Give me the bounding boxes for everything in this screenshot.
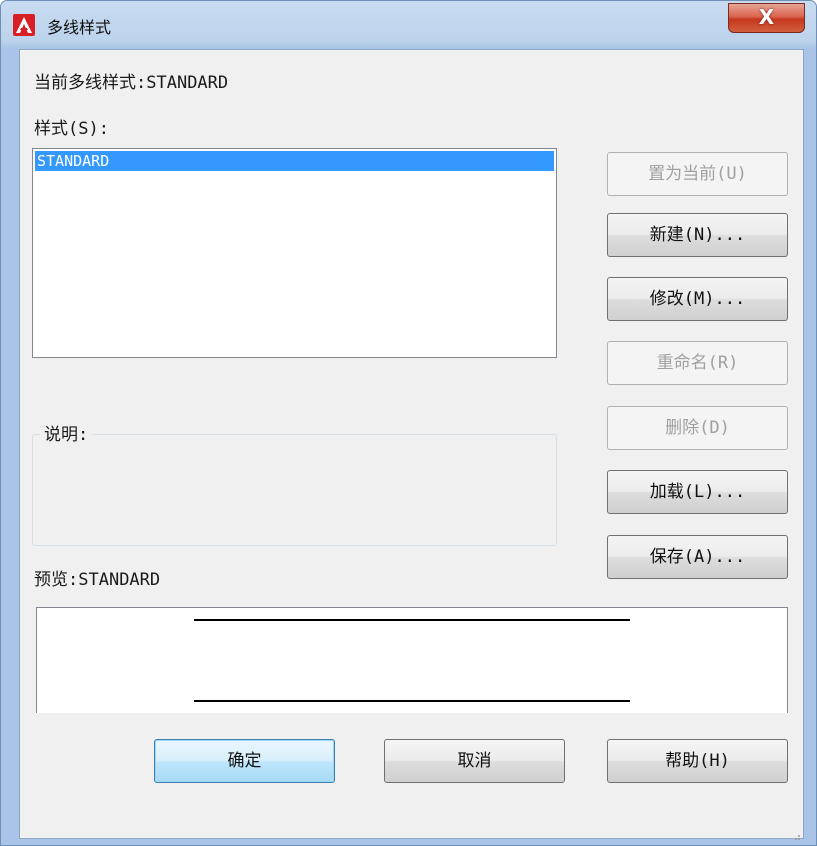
delete-button[interactable]: 删除(D) bbox=[607, 406, 788, 450]
current-style-value: STANDARD bbox=[146, 73, 229, 93]
resize-grip-icon[interactable] bbox=[791, 826, 801, 840]
autocad-logo-icon bbox=[13, 14, 35, 36]
preview-style-name: STANDARD bbox=[78, 570, 161, 590]
dialog-window: 多线样式 X 当前多线样式:STANDARD 样式(S): STANDARD 置… bbox=[0, 0, 817, 846]
close-button[interactable]: X bbox=[728, 3, 805, 33]
current-style-label: 当前多线样式:STANDARD bbox=[34, 68, 228, 93]
preview-line-bottom bbox=[194, 700, 630, 702]
preview-caption: 预览: bbox=[34, 570, 79, 590]
preview-line-top bbox=[194, 619, 630, 621]
styles-listbox[interactable]: STANDARD bbox=[32, 148, 557, 358]
window-title: 多线样式 bbox=[47, 18, 112, 37]
current-style-caption: 当前多线样式: bbox=[34, 73, 147, 93]
set-current-button[interactable]: 置为当前(U) bbox=[607, 152, 788, 196]
dialog-body: 当前多线样式:STANDARD 样式(S): STANDARD 置为当前(U) … bbox=[19, 49, 804, 840]
new-button[interactable]: 新建(N)... bbox=[607, 213, 788, 257]
title-bar[interactable]: 多线样式 X bbox=[1, 1, 816, 49]
close-icon: X bbox=[758, 5, 775, 29]
ok-button[interactable]: 确定 bbox=[154, 739, 335, 783]
list-item[interactable]: STANDARD bbox=[35, 151, 554, 171]
modify-button[interactable]: 修改(M)... bbox=[607, 277, 788, 321]
preview-label: 预览:STANDARD bbox=[34, 565, 160, 590]
load-button[interactable]: 加载(L)... bbox=[607, 470, 788, 514]
cancel-button[interactable]: 取消 bbox=[384, 739, 565, 783]
description-box bbox=[32, 434, 557, 546]
help-button[interactable]: 帮助(H) bbox=[607, 739, 788, 783]
description-label: 说明: bbox=[40, 420, 93, 445]
styles-list-label: 样式(S): bbox=[34, 119, 109, 139]
save-button[interactable]: 保存(A)... bbox=[607, 535, 788, 579]
preview-panel bbox=[36, 607, 788, 713]
rename-button[interactable]: 重命名(R) bbox=[607, 341, 788, 385]
